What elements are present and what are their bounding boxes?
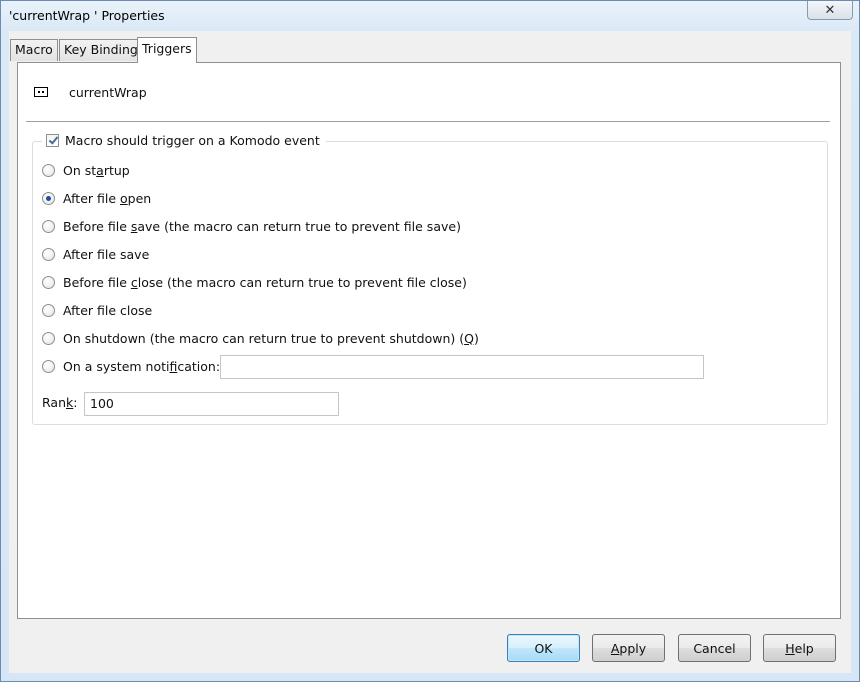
tab-triggers[interactable]: Triggers bbox=[137, 37, 197, 63]
radio-label: Before file save (the macro can return t… bbox=[63, 218, 461, 234]
button-label: Apply bbox=[610, 640, 647, 656]
tab-label: Macro bbox=[15, 42, 53, 57]
dialog-client-area: Macro Key Binding Triggers currentWrap M… bbox=[9, 31, 851, 673]
close-icon: ✕ bbox=[824, 2, 836, 18]
radio-label: On a system notification: bbox=[63, 358, 221, 374]
radio-on-shutdown[interactable]: On shutdown (the macro can return true t… bbox=[42, 329, 479, 347]
radio-on-startup[interactable]: On startup bbox=[42, 161, 130, 179]
macro-name: currentWrap bbox=[69, 85, 147, 100]
tab-key-binding[interactable]: Key Binding bbox=[59, 39, 143, 61]
title-bar[interactable]: 'currentWrap ' Properties ✕ bbox=[1, 1, 859, 31]
radio-button[interactable] bbox=[42, 163, 55, 177]
radio-button[interactable] bbox=[42, 303, 55, 317]
radio-label: On startup bbox=[63, 162, 130, 178]
window-title: 'currentWrap ' Properties bbox=[9, 8, 165, 23]
radio-button[interactable] bbox=[42, 191, 55, 205]
radio-label: After file open bbox=[63, 190, 152, 206]
trigger-enable-checkbox[interactable] bbox=[46, 133, 59, 147]
radio-after-file-open[interactable]: After file open bbox=[42, 189, 151, 207]
radio-after-file-close[interactable]: After file close bbox=[42, 301, 152, 319]
button-label: OK bbox=[534, 640, 553, 656]
tab-label: Key Binding bbox=[64, 42, 138, 57]
radio-label: Before file close (the macro can return … bbox=[63, 274, 467, 290]
radio-button[interactable] bbox=[42, 331, 55, 345]
properties-dialog: 'currentWrap ' Properties ✕ Macro Key Bi… bbox=[0, 0, 860, 682]
radio-button[interactable] bbox=[42, 275, 55, 289]
macro-icon bbox=[34, 87, 48, 97]
close-button[interactable]: ✕ bbox=[807, 1, 853, 20]
radio-label: After file save bbox=[63, 246, 150, 262]
rank-label: Rank: bbox=[42, 395, 78, 410]
rank-input[interactable]: 100 bbox=[84, 392, 339, 416]
cancel-button[interactable]: Cancel bbox=[678, 634, 751, 662]
button-label: Help bbox=[785, 640, 814, 656]
notification-input[interactable] bbox=[220, 355, 704, 379]
radio-after-file-save[interactable]: After file save bbox=[42, 245, 149, 263]
apply-button[interactable]: Apply bbox=[592, 634, 665, 662]
radio-label: After file close bbox=[63, 302, 153, 318]
tab-macro[interactable]: Macro bbox=[10, 39, 58, 61]
radio-button[interactable] bbox=[42, 219, 55, 233]
triggers-panel: currentWrap Macro should trigger on a Ko… bbox=[17, 62, 841, 619]
radio-button[interactable] bbox=[42, 359, 55, 373]
radio-system-notification[interactable]: On a system notification: bbox=[42, 357, 220, 375]
trigger-enable-row[interactable]: Macro should trigger on a Komodo event bbox=[42, 131, 326, 149]
radio-label: On shutdown (the macro can return true t… bbox=[63, 330, 479, 346]
radio-before-file-close[interactable]: Before file close (the macro can return … bbox=[42, 273, 467, 291]
button-label: Cancel bbox=[693, 640, 736, 656]
tab-label: Triggers bbox=[142, 41, 192, 56]
header-separator bbox=[26, 121, 830, 122]
help-button[interactable]: Help bbox=[763, 634, 836, 662]
radio-button[interactable] bbox=[42, 247, 55, 261]
trigger-enable-label: Macro should trigger on a Komodo event bbox=[65, 132, 320, 148]
ok-button[interactable]: OK bbox=[507, 634, 580, 662]
radio-before-file-save[interactable]: Before file save (the macro can return t… bbox=[42, 217, 461, 235]
